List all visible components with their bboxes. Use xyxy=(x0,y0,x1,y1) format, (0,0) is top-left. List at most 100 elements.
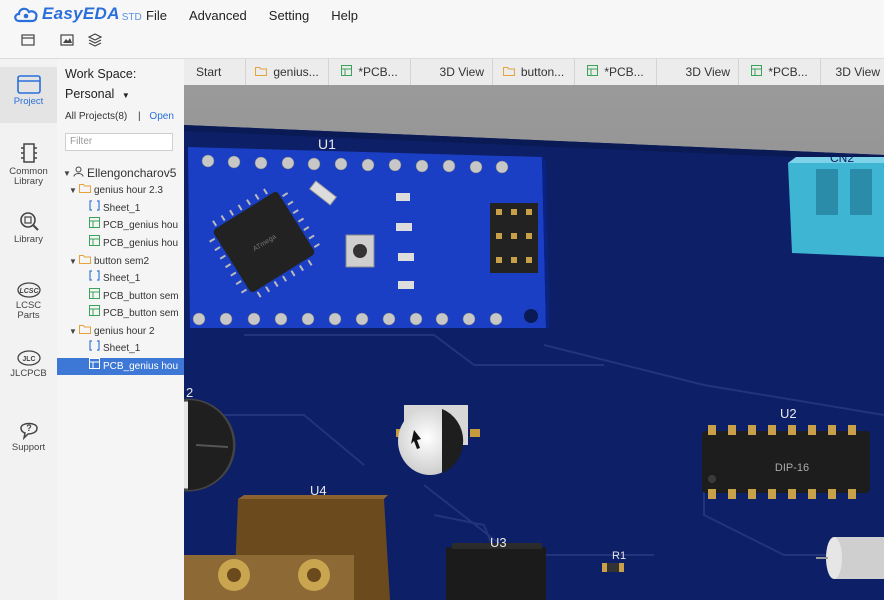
document-tabs: Start genius... *PCB... 3D View button..… xyxy=(184,59,884,86)
pcb-icon xyxy=(89,288,100,305)
schematic-sheet-icon xyxy=(89,200,100,217)
partial-label: 2 xyxy=(186,385,193,400)
tab-label: genius... xyxy=(273,65,319,79)
library-search-icon xyxy=(19,212,39,231)
tab-3d-view[interactable]: 3D View xyxy=(821,59,884,85)
tree-item-label: Sheet_1 xyxy=(103,203,141,214)
chip-icon xyxy=(20,143,37,163)
tab-pcb[interactable]: *PCB... xyxy=(575,59,657,85)
project-panel: Work Space: Personal ▼ All Projects(8) |… xyxy=(57,59,185,600)
tab-3d-view[interactable]: 3D View xyxy=(411,59,493,85)
caret-down-icon: ▼ xyxy=(121,91,130,100)
tree-item-label: PCB_button sem xyxy=(103,291,179,302)
tree-user[interactable]: ▼ Ellengoncharov5 xyxy=(63,165,176,182)
u1-module: ATmega xyxy=(188,147,550,328)
schematic-sheet-icon xyxy=(89,340,100,357)
tab-project[interactable]: genius... xyxy=(246,59,329,85)
tree-item[interactable]: PCB_button sem xyxy=(89,305,179,322)
tree-item[interactable]: Sheet_1 xyxy=(89,200,140,217)
all-projects-link[interactable]: All Projects(8) xyxy=(65,111,127,122)
tree-item-label: PCB_genius hou xyxy=(103,361,179,372)
tab-label: 3D View xyxy=(685,65,730,79)
folder-icon[interactable] xyxy=(18,30,38,50)
u3-label: U3 xyxy=(490,535,507,550)
caret-expanded-icon: ▼ xyxy=(69,257,77,266)
menu-file[interactable]: File xyxy=(146,8,167,23)
nav-common-library-label: Common Library xyxy=(9,166,48,187)
nav-lcsc-parts[interactable]: LCSC LCSC Parts xyxy=(0,281,57,321)
cloud-logo-icon xyxy=(14,7,38,23)
tree-project-label: genius hour 2 xyxy=(94,326,155,337)
workspace-selected: Personal xyxy=(65,87,115,101)
u2-label: U2 xyxy=(780,406,797,421)
tree-item-label: Sheet_1 xyxy=(103,343,141,354)
top-bar: EasyEDA STD File Advanced Setting Help xyxy=(0,0,884,59)
nav-support[interactable]: ? Support xyxy=(0,417,57,453)
nav-support-label: Support xyxy=(11,442,46,453)
tab-project[interactable]: button... xyxy=(493,59,575,85)
u2-dip16: DIP-16 xyxy=(702,425,870,499)
layers-icon[interactable] xyxy=(85,30,105,50)
workspace-select[interactable]: Personal ▼ xyxy=(65,87,130,101)
tree-project-3[interactable]: ▼ genius hour 2 xyxy=(69,323,155,340)
cn2-label: CN2 xyxy=(830,151,854,165)
open-image-icon[interactable] xyxy=(57,30,77,50)
tab-label: 3D View xyxy=(835,65,880,79)
tree-item[interactable]: PCB_genius hou xyxy=(89,217,178,234)
caret-expanded-icon: ▼ xyxy=(63,169,71,178)
nav-jlcpcb[interactable]: JLC JLCPCB xyxy=(0,349,57,379)
tree-item[interactable]: PCB_genius hou xyxy=(89,235,178,252)
tree-item-label: PCB_button sem xyxy=(103,308,179,319)
r1-label: R1 xyxy=(612,550,626,562)
filter-input[interactable]: Filter xyxy=(65,133,173,151)
folder-icon xyxy=(502,65,515,79)
lcsc-logo-icon: LCSC xyxy=(16,282,41,298)
tree-user-label: Ellengoncharov5 xyxy=(87,166,177,180)
menu-setting[interactable]: Setting xyxy=(269,8,309,23)
tab-label: Start xyxy=(196,65,222,79)
workspace-links: All Projects(8) | Open xyxy=(65,111,174,122)
tab-pcb[interactable]: *PCB... xyxy=(329,59,411,85)
folder-icon xyxy=(255,65,268,79)
tree-item[interactable]: Sheet_1 xyxy=(89,340,140,357)
tree-item[interactable]: Sheet_1 xyxy=(89,270,140,287)
user-icon xyxy=(73,165,84,182)
3d-view-canvas[interactable]: ATmega U1 CN2 2 DIP-16 U2 U4 U3 R1 xyxy=(184,85,884,600)
pcb-icon xyxy=(89,235,100,252)
tree-item-selected[interactable]: PCB_genius hou xyxy=(57,358,184,375)
tab-pcb[interactable]: *PCB... xyxy=(739,59,821,85)
pcb-3d-scene: ATmega U1 CN2 2 DIP-16 U2 U4 U3 R1 xyxy=(184,85,884,600)
open-link[interactable]: Open xyxy=(149,111,173,122)
tab-3d-view[interactable]: 3D View xyxy=(657,59,739,85)
tree-item[interactable]: PCB_button sem xyxy=(89,288,179,305)
tree-project-label: button sem2 xyxy=(94,256,150,267)
menu-advanced[interactable]: Advanced xyxy=(189,8,247,23)
menu-help[interactable]: Help xyxy=(331,8,358,23)
u4-label: U4 xyxy=(310,483,327,498)
pcb-icon xyxy=(751,65,763,79)
tab-label: *PCB... xyxy=(604,65,644,79)
workspace-title: Work Space: xyxy=(65,67,137,81)
pcb-icon xyxy=(89,305,100,322)
app-name: EasyEDA xyxy=(42,4,120,23)
tree-project-label: genius hour 2.3 xyxy=(94,185,163,196)
nav-common-library[interactable]: Common Library xyxy=(0,141,57,187)
tree-item-label: PCB_genius hou xyxy=(103,220,179,231)
tab-label: *PCB... xyxy=(358,65,398,79)
pcb-icon xyxy=(587,65,599,79)
tree-project-1[interactable]: ▼ genius hour 2.3 xyxy=(69,182,163,199)
r1-resistor xyxy=(602,563,624,572)
nav-library-label: Library xyxy=(13,234,44,245)
tab-label: button... xyxy=(520,65,565,79)
left-nav: Project Common Library Library LCSC LCSC… xyxy=(0,59,58,600)
u3-component xyxy=(446,543,546,600)
tab-start[interactable]: Start xyxy=(184,59,246,85)
tree-project-2[interactable]: ▼ button sem2 xyxy=(69,253,149,270)
jlcpcb-logo-icon: JLC xyxy=(16,350,41,366)
nav-library[interactable]: Library xyxy=(0,209,57,245)
folder-icon xyxy=(79,323,91,340)
caret-expanded-icon: ▼ xyxy=(69,327,77,336)
pcb-icon xyxy=(89,358,100,375)
folder-icon xyxy=(79,253,91,270)
nav-project[interactable]: Project xyxy=(0,67,57,123)
